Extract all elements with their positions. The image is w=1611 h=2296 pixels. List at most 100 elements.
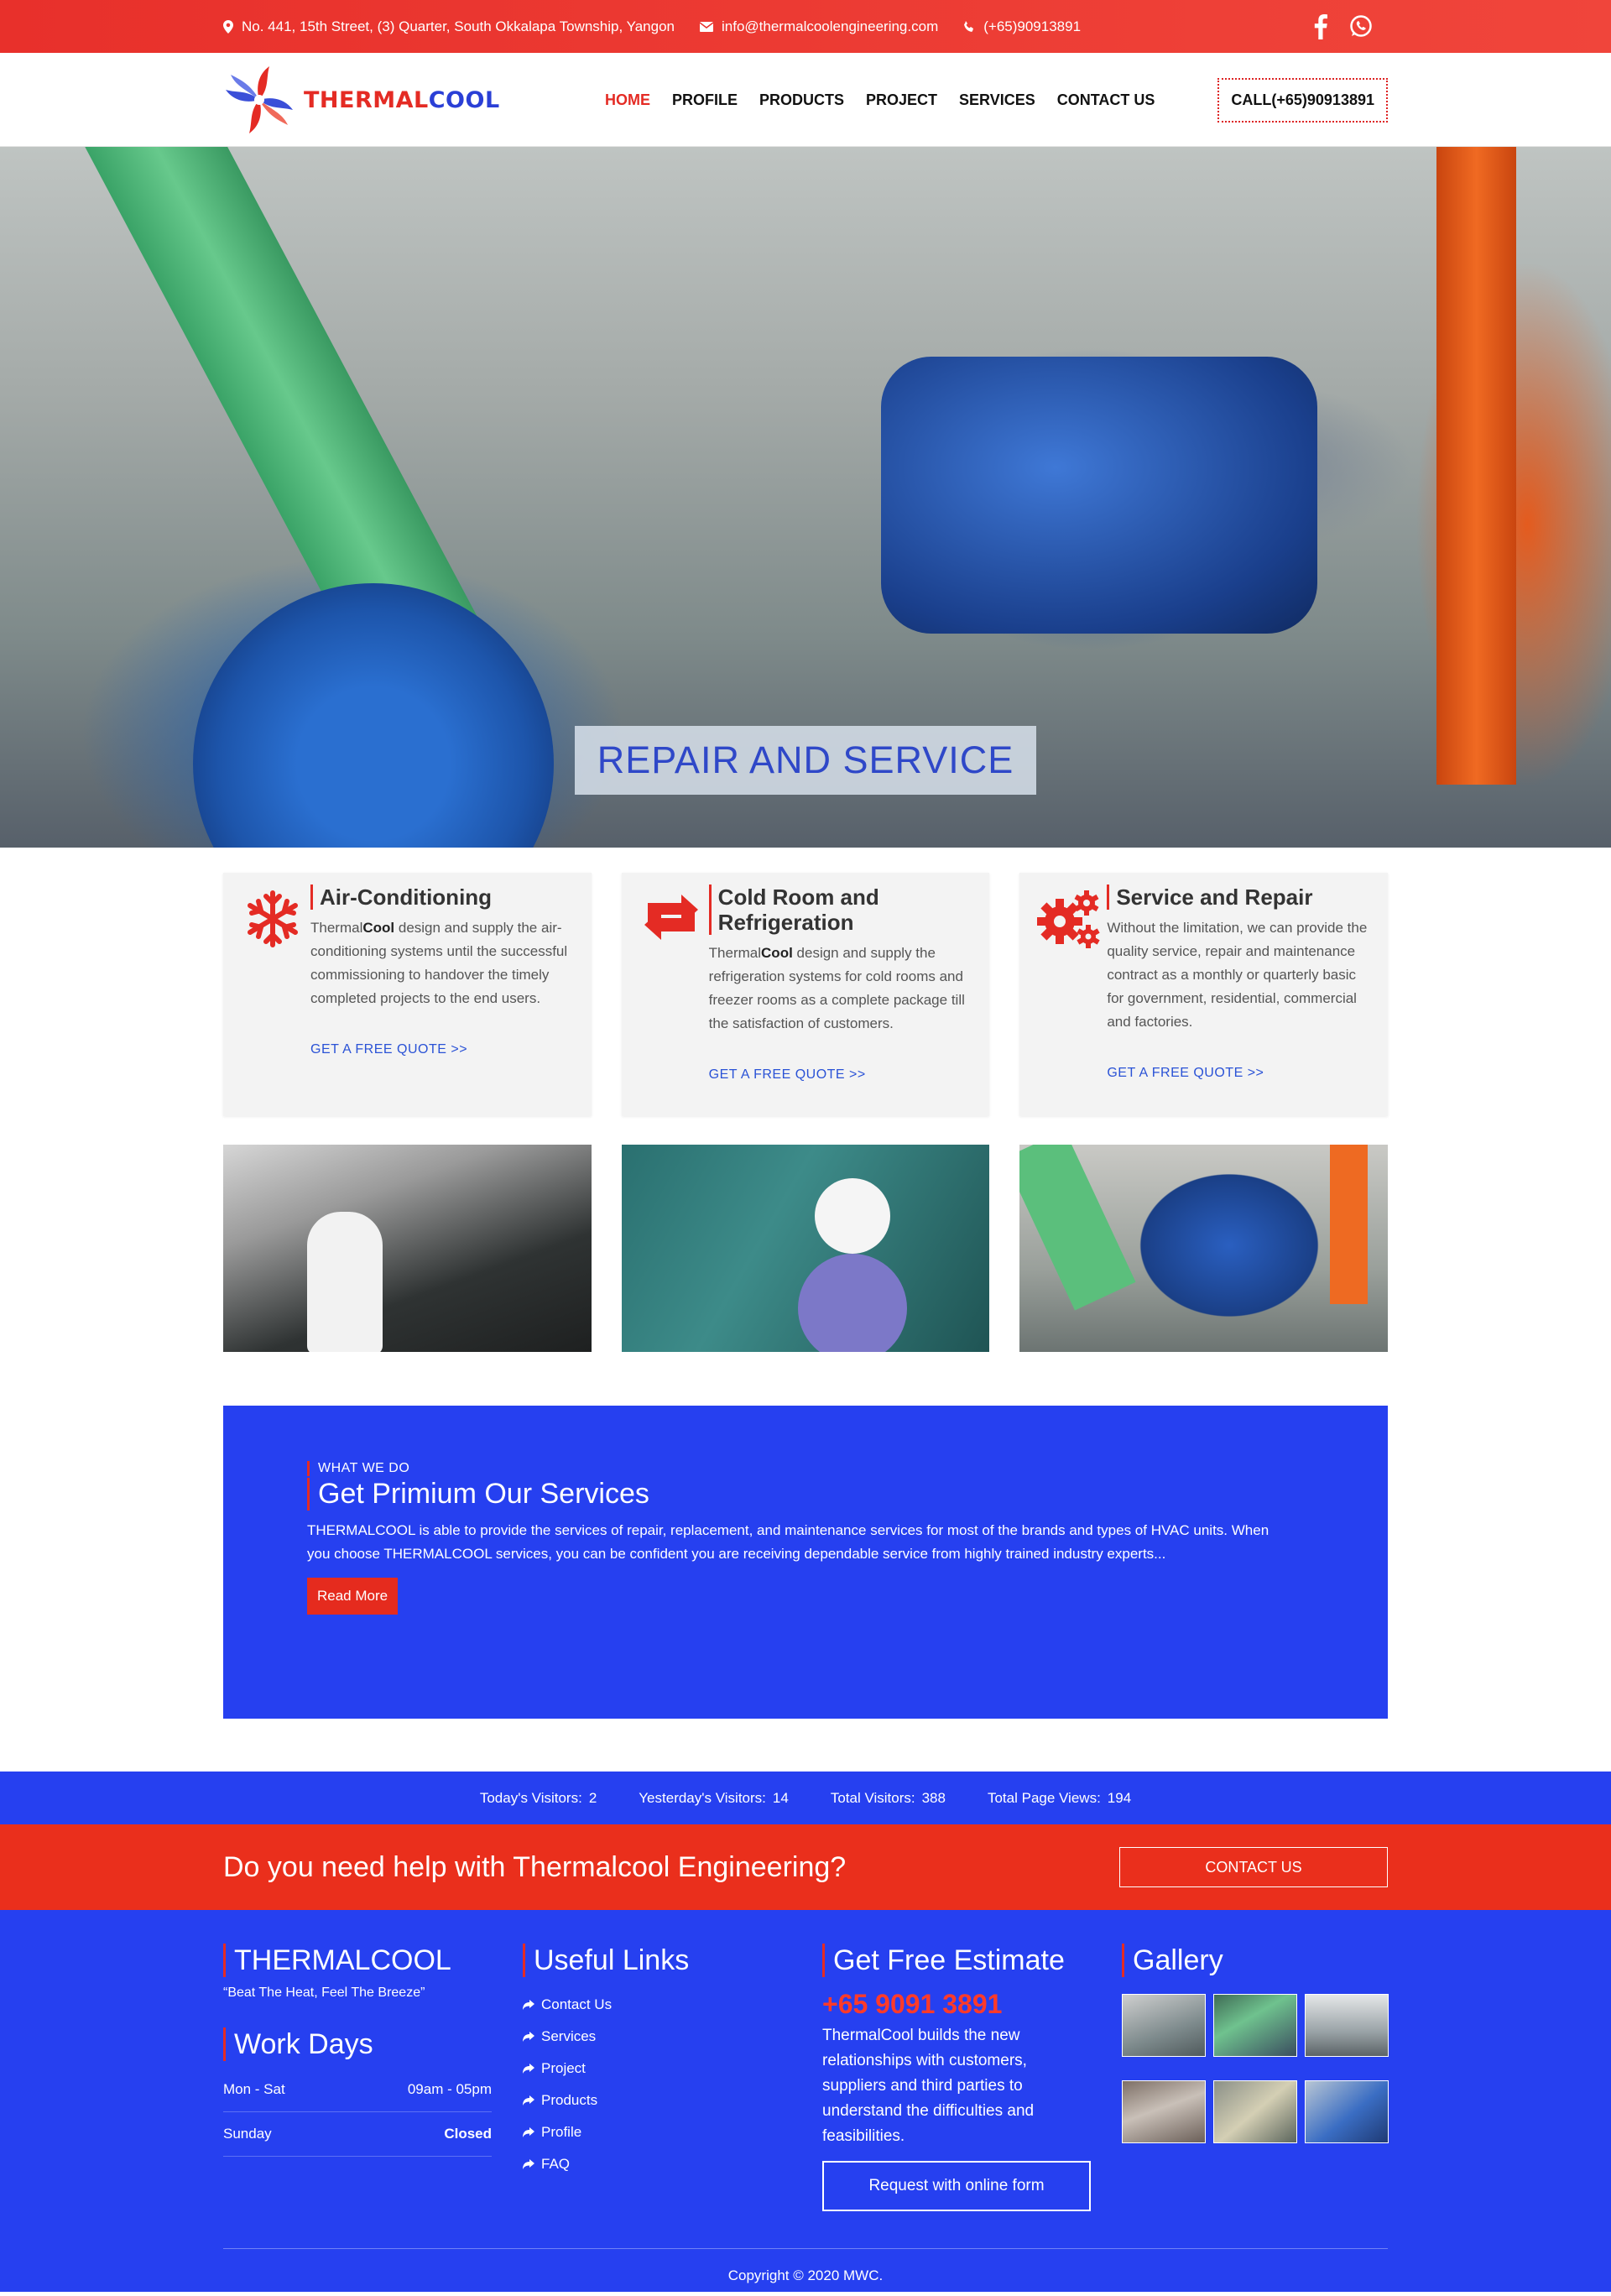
stat-total-page-views: Total Page Views: 194 bbox=[988, 1790, 1131, 1807]
footer-link-label: FAQ bbox=[541, 2156, 571, 2172]
help-text: Do you need help with Thermalcool Engine… bbox=[223, 1850, 847, 1883]
feature-text-prefix: Thermal bbox=[310, 920, 363, 936]
footer-link-profile[interactable]: Profile bbox=[523, 2116, 822, 2148]
gallery-thumbnail[interactable] bbox=[1213, 1994, 1297, 2057]
workday-day: Sunday bbox=[223, 2126, 272, 2142]
snowflake-icon bbox=[248, 890, 298, 947]
footer-estimate-column: Get Free Estimate +65 9091 3891 ThermalC… bbox=[822, 1944, 1122, 2211]
stat-yesterday: Yesterday's Visitors: 14 bbox=[639, 1790, 789, 1807]
footer-link-services[interactable]: Services bbox=[523, 2021, 822, 2053]
gallery-thumbnail[interactable] bbox=[1305, 2080, 1389, 2143]
contact-us-button[interactable]: CONTACT US bbox=[1119, 1847, 1388, 1887]
hero-image-flange bbox=[193, 583, 554, 848]
gallery-thumbnail[interactable] bbox=[1305, 1994, 1389, 2057]
footer-link-label: Project bbox=[541, 2060, 586, 2076]
feature-title: Service and Repair bbox=[1107, 884, 1376, 910]
nav-contact-us[interactable]: CONTACT US bbox=[1057, 91, 1155, 109]
stat-label: Yesterday's Visitors: bbox=[639, 1789, 766, 1806]
stat-value: 194 bbox=[1107, 1789, 1132, 1806]
feature-title: Air-Conditioning bbox=[310, 884, 580, 910]
phone-icon bbox=[964, 20, 974, 32]
footer-link-label: Services bbox=[541, 2028, 597, 2044]
logo-text: THERMALCOOL bbox=[304, 87, 500, 113]
estimate-text: ThermalCool builds the new relationships… bbox=[822, 2027, 1035, 2145]
stat-label: Total Visitors: bbox=[830, 1789, 915, 1806]
site-footer: THERMALCOOL “Beat The Heat, Feel The Bre… bbox=[0, 1910, 1611, 2292]
workday-row: Mon - Sat 09am - 05pm bbox=[223, 2068, 492, 2112]
nav-products[interactable]: PRODUCTS bbox=[759, 91, 844, 109]
share-arrow-icon bbox=[523, 2032, 534, 2042]
share-arrow-icon bbox=[523, 2127, 534, 2137]
stat-label: Total Page Views: bbox=[987, 1789, 1101, 1806]
get-quote-link[interactable]: GET A FREE QUOTE >> bbox=[709, 1067, 978, 1083]
footer-gallery-column: Gallery bbox=[1122, 1944, 1389, 2211]
social-links bbox=[1314, 13, 1373, 39]
get-quote-link[interactable]: GET A FREE QUOTE >> bbox=[310, 1042, 580, 1057]
get-quote-link[interactable]: GET A FREE QUOTE >> bbox=[1107, 1066, 1376, 1081]
facebook-icon[interactable] bbox=[1314, 13, 1327, 39]
services-text: THERMALCOOL is able to provide the servi… bbox=[307, 1522, 1270, 1562]
call-button[interactable]: CALL(+65)90913891 bbox=[1217, 77, 1388, 123]
copyright: Copyright © 2020 MWC. bbox=[223, 2248, 1388, 2284]
stat-value: 388 bbox=[921, 1789, 946, 1806]
footer-link-contact-us[interactable]: Contact Us bbox=[523, 1989, 822, 2021]
nav-home[interactable]: HOME bbox=[605, 91, 650, 109]
share-arrow-icon bbox=[523, 2159, 534, 2169]
phone-info[interactable]: (+65)90913891 bbox=[963, 18, 1081, 35]
fan-logo-icon bbox=[226, 66, 293, 133]
envelope-icon bbox=[700, 21, 713, 32]
feature-service-repair: Service and Repair Without the limitatio… bbox=[1019, 873, 1389, 1116]
footer-link-project[interactable]: Project bbox=[523, 2053, 822, 2085]
logo[interactable]: THERMALCOOL bbox=[223, 64, 500, 136]
help-bar: Do you need help with Thermalcool Engine… bbox=[0, 1824, 1611, 1910]
whatsapp-icon[interactable] bbox=[1349, 14, 1373, 38]
email-text[interactable]: info@thermalcoolengineering.com bbox=[722, 18, 938, 35]
workday-hours: Closed bbox=[444, 2126, 492, 2142]
gallery-thumbnail[interactable] bbox=[1122, 1994, 1206, 2057]
map-pin-icon bbox=[223, 19, 233, 34]
workdays-title: Work Days bbox=[223, 2027, 523, 2061]
stat-value: 14 bbox=[772, 1789, 789, 1806]
footer-brand: THERMALCOOL bbox=[223, 1944, 523, 1977]
footer-link-label: Profile bbox=[541, 2124, 582, 2140]
top-bar: No. 441, 15th Street, (3) Quarter, South… bbox=[0, 0, 1611, 53]
footer-link-faq[interactable]: FAQ bbox=[523, 2148, 822, 2180]
gallery-thumbnail[interactable] bbox=[1122, 2080, 1206, 2143]
refresh-arrows-icon bbox=[644, 895, 698, 940]
photo-refrigeration-technician bbox=[621, 1145, 990, 1352]
site-header: THERMALCOOL HOME PROFILE PRODUCTS PROJEC… bbox=[0, 53, 1611, 147]
feature-text-body: Without the limitation, we can provide t… bbox=[1107, 920, 1368, 1030]
hero-banner: REPAIR AND SERVICE bbox=[0, 147, 1611, 848]
feature-boxes: Air-Conditioning ThermalCool design and … bbox=[223, 873, 1389, 1116]
main-nav: HOME PROFILE PRODUCTS PROJECT SERVICES C… bbox=[605, 91, 1155, 109]
request-online-form-button[interactable]: Request with online form bbox=[822, 2161, 1091, 2211]
gears-icon bbox=[1037, 890, 1100, 948]
footer-link-products[interactable]: Products bbox=[523, 2085, 822, 2116]
visitor-stats: Today's Visitors: 2 Yesterday's Visitors:… bbox=[0, 1772, 1611, 1824]
feature-text: ThermalCool design and supply the refrig… bbox=[709, 942, 978, 1036]
stat-total-visitors: Total Visitors: 388 bbox=[831, 1790, 946, 1807]
workday-row: Sunday Closed bbox=[223, 2112, 492, 2157]
email-info[interactable]: info@thermalcoolengineering.com bbox=[700, 18, 938, 35]
nav-profile[interactable]: PROFILE bbox=[672, 91, 738, 109]
share-arrow-icon bbox=[523, 2064, 534, 2074]
gallery-thumbnail[interactable] bbox=[1213, 2080, 1297, 2143]
footer-link-label: Products bbox=[541, 2092, 598, 2108]
logo-text-cool: COOL bbox=[428, 86, 500, 113]
hero-title: REPAIR AND SERVICE bbox=[575, 726, 1036, 795]
feature-text-bold: Cool bbox=[761, 945, 793, 961]
workday-day: Mon - Sat bbox=[223, 2081, 285, 2097]
estimate-phone[interactable]: +65 9091 3891 bbox=[822, 1989, 1122, 2020]
feature-text: ThermalCool design and supply the air-co… bbox=[310, 916, 580, 1010]
gallery-title: Gallery bbox=[1122, 1944, 1388, 1977]
read-more-button[interactable]: Read More bbox=[307, 1578, 399, 1615]
workday-hours: 09am - 05pm bbox=[407, 2081, 492, 2097]
nav-services[interactable]: SERVICES bbox=[959, 91, 1035, 109]
nav-project[interactable]: PROJECT bbox=[866, 91, 937, 109]
feature-cold-room: Cold Room and Refrigeration ThermalCool … bbox=[621, 873, 990, 1116]
footer-links-column: Useful Links Contact Us Services Project… bbox=[523, 1944, 822, 2211]
services-section: WHAT WE DO Get Primium Our Services THER… bbox=[223, 1406, 1388, 1719]
phone-text[interactable]: (+65)90913891 bbox=[983, 18, 1081, 35]
footer-tagline: “Beat The Heat, Feel The Breeze” bbox=[223, 1986, 425, 2000]
links-title: Useful Links bbox=[523, 1944, 822, 1977]
